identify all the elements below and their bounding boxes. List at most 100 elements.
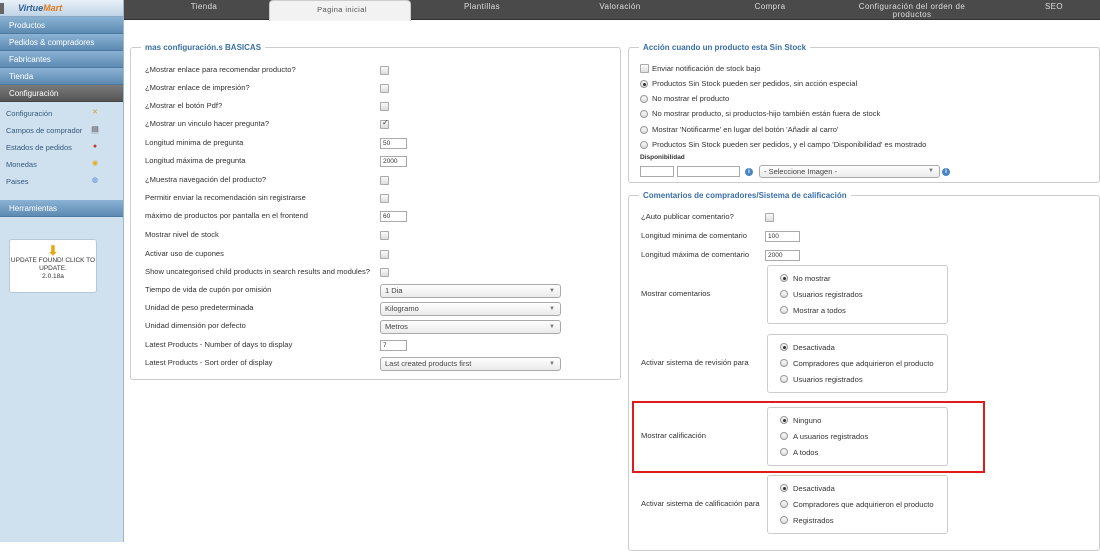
review-option-radio[interactable] [780, 359, 788, 367]
download-arrow-icon: ⬇ [47, 243, 59, 258]
sidebar-item-configuracion[interactable]: Configuración [0, 85, 123, 102]
review-option-label: Usuarios registrados [793, 375, 863, 384]
review-group-label: Mostrar calificación [641, 431, 706, 440]
sidebar-item-pedidos[interactable]: Pedidos & compradores [0, 34, 123, 51]
sidebar-item-herramientas[interactable]: Herramientas [0, 200, 123, 217]
stock-option-label: Productos Sin Stock pueden ser pedidos, … [652, 79, 858, 88]
setting-label: Unidad de peso predeterminada [145, 303, 254, 312]
tab-tienda[interactable]: Tienda [164, 0, 244, 20]
sidebar-subitem-estados[interactable]: Estados de pedidos ● [0, 139, 123, 156]
sidebar-subitem-configuracion[interactable]: Configuración ✕ [0, 105, 123, 122]
virtuemart-logo[interactable]: VirtueMart [0, 0, 123, 17]
setting-input[interactable]: 60 [380, 211, 407, 222]
availability-input[interactable] [640, 166, 674, 177]
review-option-radio[interactable] [780, 343, 788, 351]
sidebar-item-fabricantes[interactable]: Fabricantes [0, 51, 123, 68]
sidebar-subitem-label: Monedas [6, 160, 37, 169]
stock-option-label: No mostrar producto, si productos-hijo t… [652, 109, 881, 118]
sidebar-subitem-label: Paises [6, 177, 29, 186]
review-option-radio[interactable] [780, 500, 788, 508]
review-group-label: Activar sistema de calificación para [641, 499, 760, 508]
setting-label: Longitud máxima de pregunta [145, 156, 246, 165]
setting-select[interactable]: 1 Dia ▼ [380, 284, 561, 298]
review-option-label: Registrados [793, 516, 834, 525]
setting-checkbox[interactable] [380, 250, 389, 259]
config-tabs: Tienda Pagina inicial Plantillas Valorac… [124, 0, 1100, 21]
globe-icon: ◍ [91, 177, 99, 184]
min-comment-length-label: Longitud minima de comentario [641, 231, 747, 240]
stock-option-label: Productos Sin Stock pueden ser pedidos, … [652, 140, 927, 149]
setting-checkbox[interactable] [380, 176, 389, 185]
review-option-radio[interactable] [780, 448, 788, 456]
review-option-radio[interactable] [780, 306, 788, 314]
setting-checkbox[interactable] [380, 231, 389, 240]
min-comment-length-input[interactable]: 100 [765, 231, 800, 242]
stock-option-radio[interactable] [640, 126, 648, 134]
auto-publish-checkbox[interactable] [765, 213, 774, 222]
setting-select[interactable]: Kilogramo ▼ [380, 302, 561, 316]
review-option-radio[interactable] [780, 516, 788, 524]
chevron-down-icon: ▼ [928, 168, 934, 174]
setting-checkbox[interactable] [380, 268, 389, 277]
availability-image-select[interactable]: - Seleccione Imagen - ▼ [759, 165, 940, 178]
stock-option-radio[interactable] [640, 110, 648, 118]
setting-label: Permitir enviar la recomendación sin reg… [145, 193, 306, 202]
basic-config-legend: mas configuración.s BASICAS [145, 43, 262, 52]
setting-label: ¿Mostrar el botón Pdf? [145, 101, 223, 110]
review-option-radio[interactable] [780, 274, 788, 282]
chevron-down-icon: ▼ [549, 306, 555, 312]
setting-checkbox[interactable] [380, 84, 389, 93]
sidebar-item-productos[interactable]: Productos [0, 17, 123, 34]
update-notice[interactable]: ⬇ UPDATE FOUND! CLICK TO UPDATE. 2.0.18a [9, 239, 97, 293]
tab-valoracion[interactable]: Valoración [580, 0, 660, 20]
setting-label: ¿Mostrar enlace para recomendar producto… [145, 65, 296, 74]
review-option-label: A todos [793, 448, 819, 457]
setting-select[interactable]: Metros ▼ [380, 320, 561, 334]
stock-option-label: Mostrar 'Notificarme' en lugar del botón… [652, 125, 839, 134]
setting-input[interactable]: 2000 [380, 156, 407, 167]
availability-image-input[interactable] [677, 166, 740, 177]
review-option-radio[interactable] [780, 375, 788, 383]
review-option-radio[interactable] [780, 484, 788, 492]
setting-checkbox[interactable] [380, 194, 389, 203]
setting-input[interactable]: 7 [380, 340, 407, 351]
tab-plantillas[interactable]: Plantillas [442, 0, 522, 20]
tab-pagina-inicial[interactable]: Pagina inicial [269, 0, 411, 21]
review-option-label: A usuarios registrados [793, 432, 869, 441]
review-option-radio[interactable] [780, 432, 788, 440]
setting-label: ¿Mostrar un vinculo hacer pregunta? [145, 119, 270, 128]
stock-option-radio[interactable] [640, 141, 648, 149]
stock-option-radio[interactable] [640, 95, 648, 103]
tab-orden-productos[interactable]: Configuración del orden de productos [852, 0, 972, 20]
select-value: Last created products first [385, 359, 472, 368]
tab-seo[interactable]: SEO [1024, 0, 1084, 20]
sidebar-subitem-campos[interactable]: Campos de comprador ▤ [0, 122, 123, 139]
low-stock-notify-checkbox[interactable] [640, 64, 649, 73]
sidebar-subitem-label: Campos de comprador [6, 126, 83, 135]
tab-compra[interactable]: Compra [730, 0, 810, 20]
sidebar: VirtueMart Productos Pedidos & comprador… [0, 0, 124, 542]
chevron-down-icon: ▼ [549, 361, 555, 367]
sidebar-item-tienda[interactable]: Tienda [0, 68, 123, 85]
setting-checkbox[interactable] [380, 102, 389, 111]
chevron-down-icon: ▼ [549, 324, 555, 330]
setting-checkbox[interactable] [380, 118, 389, 129]
max-comment-length-input[interactable]: 2000 [765, 250, 800, 261]
setting-input[interactable]: 50 [380, 138, 407, 149]
select-value: Metros [385, 322, 408, 331]
info-icon[interactable]: i [942, 168, 950, 176]
setting-select[interactable]: Last created products first ▼ [380, 357, 561, 371]
setting-label: Latest Products - Number of days to disp… [145, 340, 293, 349]
review-option-radio[interactable] [780, 416, 788, 424]
menu-toggle-tab[interactable] [0, 3, 4, 14]
review-option-radio[interactable] [780, 290, 788, 298]
review-group-label: Activar sistema de revisión para [641, 358, 749, 367]
reviews-legend: Comentarios de compradores/Sistema de ca… [643, 191, 847, 200]
stock-option-radio[interactable] [640, 80, 648, 88]
review-option-label: Desactivada [793, 484, 835, 493]
sidebar-subitem-monedas[interactable]: Monedas ◉ [0, 156, 123, 173]
info-icon[interactable]: i [745, 168, 753, 176]
status-icon: ● [92, 143, 98, 150]
sidebar-subitem-paises[interactable]: Paises ◍ [0, 173, 123, 190]
setting-checkbox[interactable] [380, 66, 389, 75]
